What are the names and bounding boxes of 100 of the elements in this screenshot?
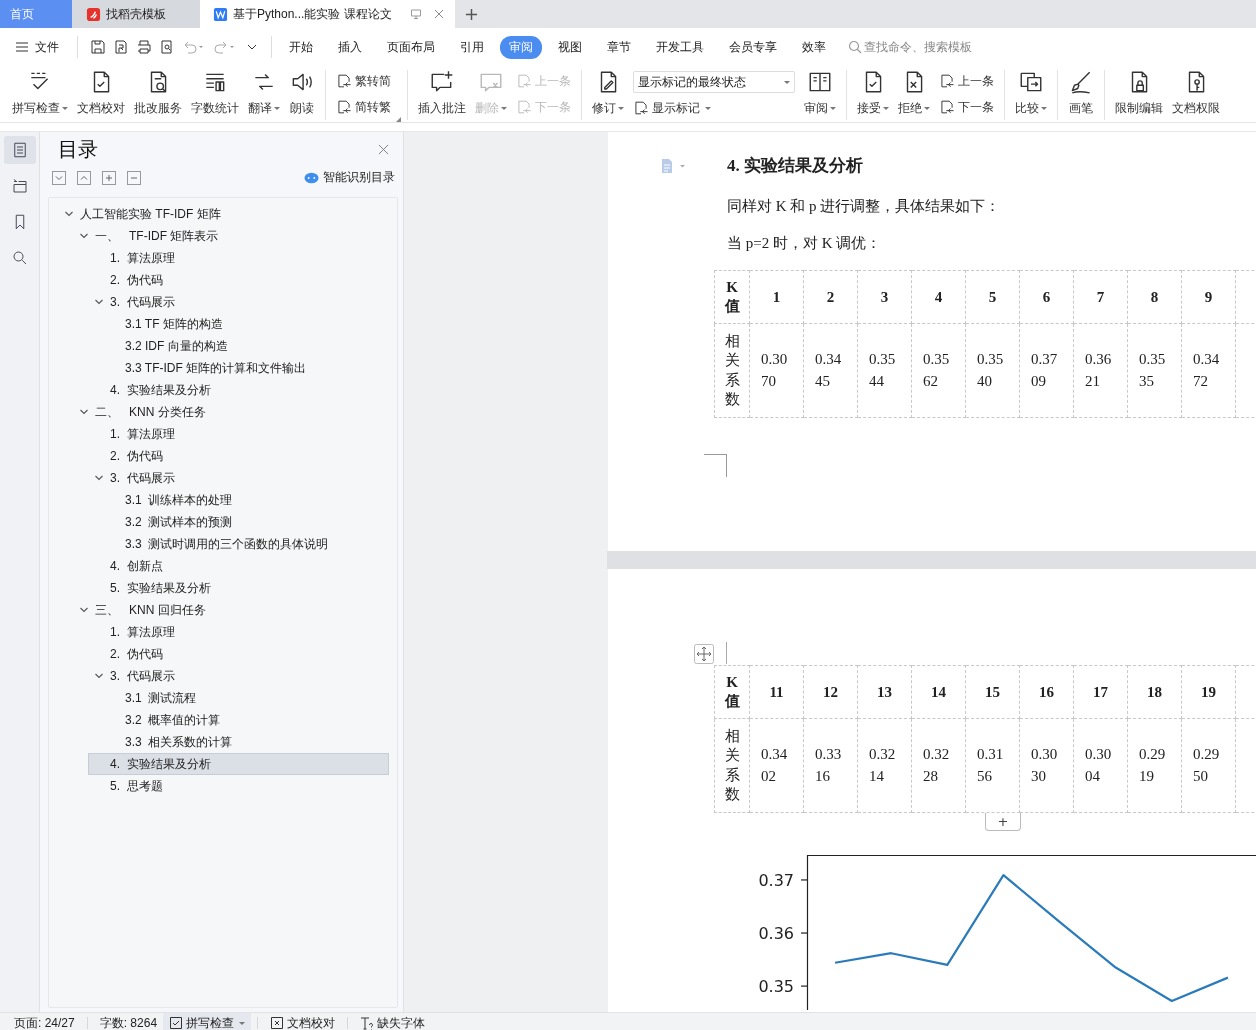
toc-item[interactable]: 5. 实验结果及分析 <box>88 577 389 599</box>
ribbon-button[interactable]: 朗读 <box>285 66 319 122</box>
proofread-button[interactable]: 文档校对 <box>264 1013 342 1030</box>
document-tab[interactable]: 基于Python...能实验 课程论文 <box>200 0 455 28</box>
command-search-field[interactable]: 查找命令、搜索模板 <box>848 40 1014 54</box>
ribbon-tab[interactable]: 章节 <box>598 35 640 59</box>
file-menu[interactable]: 文件 <box>15 38 59 56</box>
ribbon-tab[interactable]: 引用 <box>451 35 493 59</box>
table-header-cell: 11 <box>749 665 804 719</box>
ribbon-button[interactable]: 显示标记 <box>633 99 795 117</box>
ribbon-button[interactable]: 文档权限 <box>1168 66 1224 122</box>
expand-button[interactable] <box>52 170 66 185</box>
document-tab[interactable]: 找稻壳模板 <box>72 0 200 28</box>
ribbon-tab[interactable]: 插入 <box>329 35 371 59</box>
page-count[interactable]: 页面: 24/27 <box>8 1013 81 1030</box>
ribbon-button[interactable]: 字数统计 <box>187 66 243 122</box>
toc-item[interactable]: 人工智能实验 TF-IDF 矩阵 <box>58 203 389 225</box>
ribbon-button[interactable]: 限制编辑 <box>1111 66 1167 122</box>
monitor-icon[interactable] <box>410 8 422 20</box>
close-icon[interactable] <box>433 8 445 20</box>
ribbon-tab[interactable]: 视图 <box>549 35 591 59</box>
dialog-launcher-icon[interactable] <box>396 117 401 122</box>
chevron-icon[interactable] <box>94 671 104 681</box>
print-icon[interactable] <box>135 39 152 55</box>
caret-icon <box>239 1021 246 1025</box>
ribbon-tab[interactable]: 会员专享 <box>720 35 786 59</box>
toc-item[interactable]: 3.1 TF 矩阵的构造 <box>103 313 389 335</box>
ribbon-button[interactable]: 繁转简 <box>336 72 391 90</box>
ribbon-button[interactable]: 审阅 <box>800 66 840 122</box>
chevron-icon[interactable] <box>79 407 89 417</box>
ribbon-button[interactable]: 接受 <box>853 66 893 122</box>
toc-item[interactable]: 3.2 测试样本的预测 <box>103 511 389 533</box>
spell-check-button[interactable]: 拼写检查 <box>163 1013 252 1030</box>
toc-item[interactable]: 3. 代码展示 <box>88 665 389 687</box>
ribbon-button[interactable]: 文档校对 <box>73 66 129 122</box>
chevron-icon[interactable] <box>94 297 104 307</box>
toc-item[interactable]: 3.2 概率值的计算 <box>103 709 389 731</box>
table-header-cell: K值 <box>714 270 750 324</box>
document-arrow-icon <box>336 73 352 89</box>
toc-item[interactable]: 2. 伪代码 <box>88 269 389 291</box>
preview-icon[interactable] <box>158 39 175 55</box>
redo-icon[interactable] <box>212 39 237 55</box>
toc-item[interactable]: 二、 KNN 分类任务 <box>73 401 389 423</box>
toc-item[interactable]: 3.3 测试时调用的三个函数的具体说明 <box>103 533 389 555</box>
table-header-cell: 2 <box>803 270 858 324</box>
toc-item[interactable]: 1. 算法原理 <box>88 423 389 445</box>
toc-item[interactable]: 3.3 相关系数的计算 <box>103 731 389 753</box>
toc-item[interactable]: 一、 TF-IDF 矩阵表示 <box>73 225 389 247</box>
ribbon-button[interactable]: 比较 <box>1011 66 1051 122</box>
toc-item[interactable]: 三、 KNN 回归任务 <box>73 599 389 621</box>
remove-button[interactable] <box>127 170 141 185</box>
close-icon[interactable] <box>378 144 389 155</box>
table-cell: 0.3540 <box>965 323 1020 418</box>
ribbon-button[interactable]: 批改服务 <box>130 66 186 122</box>
toc-item[interactable]: 5. 思考题 <box>88 775 389 797</box>
toc-item[interactable]: 3. 代码展示 <box>88 467 389 489</box>
toc-item[interactable]: 3.2 IDF 向量的构造 <box>103 335 389 357</box>
chevron-icon[interactable] <box>64 209 74 219</box>
add-row-button[interactable]: + <box>985 813 1021 831</box>
chevron-icon[interactable] <box>79 231 89 241</box>
toc-item[interactable]: 1. 算法原理 <box>88 621 389 643</box>
ribbon-button[interactable]: 插入批注 <box>414 66 470 122</box>
toc-item[interactable]: 3.3 TF-IDF 矩阵的计算和文件输出 <box>103 357 389 379</box>
markup-state-dropdown[interactable]: 显示标记的最终状态 <box>633 71 795 94</box>
smart-toc-button[interactable]: 智能识别目录 <box>304 169 395 186</box>
ribbon-button[interactable]: 翻译 <box>244 66 284 122</box>
toc-item[interactable]: 4. 创新点 <box>88 555 389 577</box>
save-icon[interactable] <box>89 39 106 55</box>
chevron-icon[interactable] <box>79 605 89 615</box>
toc-item[interactable]: 4. 实验结果及分析 <box>88 379 389 401</box>
ribbon-button[interactable]: 上一条 <box>939 72 994 90</box>
word-count[interactable]: 字数: 8264 <box>93 1013 164 1030</box>
ribbon-tab[interactable]: 效率 <box>793 35 835 59</box>
chevron-icon[interactable] <box>94 473 104 483</box>
toc-item[interactable]: 4. 实验结果及分析 <box>88 753 389 775</box>
table-move-handle-icon[interactable] <box>694 644 714 664</box>
toc-item[interactable]: 3.1 训练样本的处理 <box>103 489 389 511</box>
collapse-button[interactable] <box>77 170 91 185</box>
ribbon-tab[interactable]: 开始 <box>280 35 322 59</box>
ribbon-button[interactable]: 拒绝 <box>894 66 934 122</box>
ribbon-tab[interactable]: 开发工具 <box>647 35 713 59</box>
ribbon-tab[interactable]: 页面布局 <box>378 35 444 59</box>
add-button[interactable] <box>102 170 116 185</box>
toc-item[interactable]: 2. 伪代码 <box>88 643 389 665</box>
toc-item[interactable]: 3. 代码展示 <box>88 291 389 313</box>
toc-item[interactable]: 2. 伪代码 <box>88 445 389 467</box>
document-arrow-icon <box>516 99 532 115</box>
ribbon-button[interactable]: 画笔 <box>1064 66 1098 122</box>
table-header-cell: 5 <box>965 270 1020 324</box>
ribbon-button[interactable]: 下一条 <box>939 98 994 116</box>
ribbon-button[interactable]: 修订 <box>588 66 628 122</box>
missing-fonts-button[interactable]: 缺失字体 <box>354 1013 432 1030</box>
toc-item[interactable]: 1. 算法原理 <box>88 247 389 269</box>
ribbon-button[interactable]: 拼写检查 <box>8 66 72 122</box>
new-tab-icon[interactable] <box>465 7 478 21</box>
side-panel-button[interactable] <box>3 136 36 164</box>
toc-item[interactable]: 3.1 测试流程 <box>103 687 389 709</box>
ribbon-button[interactable]: 简转繁 <box>336 98 391 116</box>
export-icon[interactable] <box>112 39 129 55</box>
table-cell: 0.2950 <box>1181 718 1236 813</box>
